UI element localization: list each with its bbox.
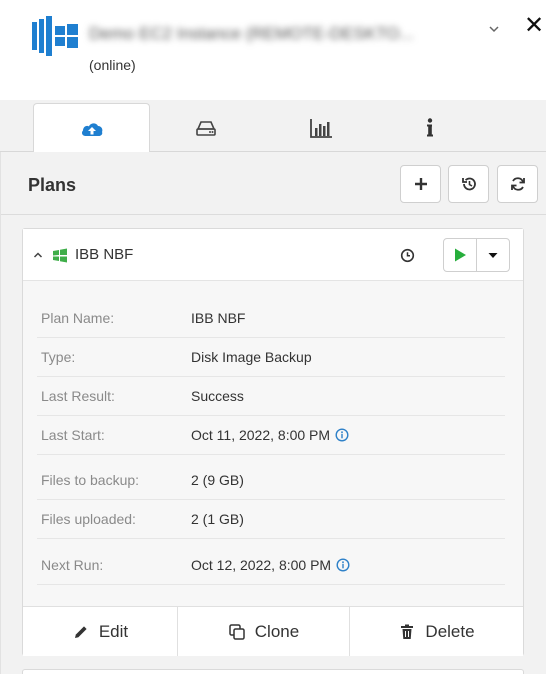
detail-row-last-result: Last Result: Success [23, 377, 523, 416]
edit-button-label: Edit [98, 621, 129, 641]
plus-icon [414, 178, 427, 190]
detail-value: Success [191, 388, 244, 404]
plan-actions: Edit Clone Delete [23, 606, 523, 656]
divider [37, 584, 505, 585]
detail-row-next-run: Next Run: Oct 12, 2022, 8:00 PM [23, 546, 523, 585]
detail-value: 2 (9 GB) [191, 472, 244, 488]
hard-drive-icon [195, 120, 216, 136]
detail-value-text: Success [191, 388, 244, 404]
tab-bar [0, 100, 546, 153]
close-button[interactable]: ✕ [524, 14, 544, 38]
refresh-button[interactable] [497, 165, 538, 203]
plan-header[interactable]: IBB NBF [23, 229, 523, 281]
detail-value-text: IBB NBF [191, 310, 246, 326]
pencil-icon [74, 625, 87, 638]
detail-label: Files uploaded: [41, 511, 136, 527]
cloud-upload-icon [81, 122, 102, 136]
detail-value: Oct 11, 2022, 8:00 PM [191, 427, 349, 443]
tab-storage[interactable] [147, 103, 264, 152]
page-title: Plans [28, 175, 77, 195]
detail-value: 2 (1 GB) [191, 511, 244, 527]
detail-value: Oct 12, 2022, 8:00 PM [191, 557, 350, 573]
refresh-icon [510, 177, 525, 191]
caret-down-icon [488, 253, 498, 258]
info-icon [426, 117, 433, 136]
clone-button[interactable]: Clone [178, 607, 349, 656]
windows-server-logo-icon [32, 16, 78, 56]
add-plan-button[interactable] [400, 165, 441, 203]
instance-status: (online) [89, 57, 136, 73]
header: Demo EC2 Instance (REMOTE-DESKTO... (onl… [0, 0, 546, 100]
plan-card [22, 669, 524, 674]
chevron-down-icon[interactable] [487, 22, 501, 36]
plan-card: IBB NBF Plan Name: IBB NBF Type: Disk Im… [22, 228, 524, 656]
detail-value-text: 2 (1 GB) [191, 511, 244, 527]
tab-statistics[interactable] [262, 103, 379, 152]
detail-label: Last Result: [41, 388, 115, 404]
tab-info[interactable] [371, 103, 488, 152]
detail-label: Plan Name: [41, 310, 115, 326]
plan-details: Plan Name: IBB NBF Type: Disk Image Back… [23, 281, 523, 606]
windows-icon [53, 248, 67, 263]
run-options-dropdown[interactable] [477, 239, 509, 271]
detail-row-last-start: Last Start: Oct 11, 2022, 8:00 PM [23, 416, 523, 455]
detail-value: IBB NBF [191, 310, 245, 326]
trash-icon [401, 624, 414, 639]
edit-button[interactable]: Edit [23, 607, 177, 656]
detail-value-text: 2 (9 GB) [191, 472, 244, 488]
run-button-group [443, 238, 510, 272]
clock-icon [400, 248, 415, 263]
copy-icon [229, 623, 245, 640]
clone-button-label: Clone [254, 621, 300, 641]
chevron-up-icon[interactable] [33, 250, 43, 260]
detail-label: Next Run: [41, 557, 104, 573]
detail-row-plan-name: Plan Name: IBB NBF [23, 299, 523, 338]
detail-label: Type: [41, 349, 76, 365]
history-button[interactable] [448, 165, 489, 203]
detail-row-files-to-backup: Files to backup: 2 (9 GB) [23, 461, 523, 500]
run-plan-button[interactable] [444, 239, 476, 271]
instance-name: Demo EC2 Instance (REMOTE-DESKTO... [89, 24, 414, 43]
tab-plans[interactable] [33, 103, 150, 153]
detail-label: Last Start: [41, 427, 105, 443]
divider [37, 454, 505, 455]
delete-button-label: Delete [425, 621, 475, 641]
detail-label: Files to backup: [41, 472, 140, 488]
info-circle-icon[interactable] [335, 428, 349, 442]
plans-panel: Plans IBB NBF Plan Name: IBB NBF Type: D… [0, 152, 546, 674]
plan-title: IBB NBF [75, 246, 134, 263]
play-icon [455, 248, 466, 262]
divider [37, 538, 505, 539]
detail-value-text: Oct 11, 2022, 8:00 PM [191, 427, 331, 443]
detail-row-files-uploaded: Files uploaded: 2 (1 GB) [23, 500, 523, 539]
delete-button[interactable]: Delete [350, 607, 523, 656]
detail-row-type: Type: Disk Image Backup [23, 338, 523, 377]
detail-value: Disk Image Backup [191, 349, 312, 365]
history-icon [461, 177, 476, 191]
bar-chart-icon [309, 118, 332, 138]
info-circle-icon[interactable] [336, 558, 350, 572]
divider [1, 214, 546, 215]
detail-value-text: Oct 12, 2022, 8:00 PM [191, 557, 332, 573]
detail-value-text: Disk Image Backup [191, 349, 312, 365]
